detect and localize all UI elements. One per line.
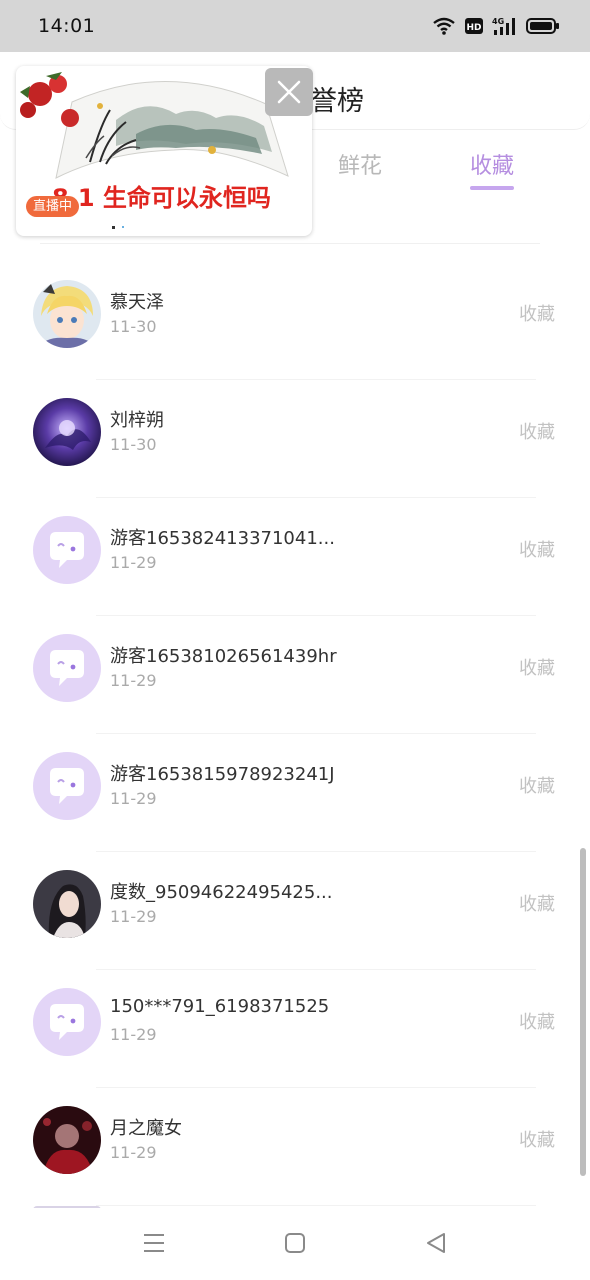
avatar bbox=[33, 870, 101, 938]
list-item[interactable]: 游客165381026561439hr 11-29 收藏 bbox=[0, 616, 590, 734]
user-name: 游客165381026561439hr bbox=[110, 646, 337, 667]
hd-icon: HD bbox=[465, 18, 483, 34]
menu-icon[interactable] bbox=[143, 1232, 165, 1254]
favorite-label: 收藏 bbox=[519, 540, 555, 561]
avatar bbox=[33, 988, 101, 1056]
divider bbox=[40, 243, 540, 244]
status-bar: 14:01 HD 4G bbox=[0, 0, 590, 52]
list-item[interactable]: 刘梓朔 11-30 收藏 bbox=[0, 380, 590, 498]
date-text: 11-30 bbox=[110, 317, 157, 336]
user-name: 度数_95094622495425... bbox=[110, 882, 333, 903]
status-time: 14:01 bbox=[38, 15, 96, 37]
user-name: 月之魔女 bbox=[110, 1118, 182, 1139]
favorite-label: 收藏 bbox=[519, 1130, 555, 1151]
back-icon[interactable] bbox=[425, 1232, 447, 1254]
list-item[interactable]: 月之魔女 11-29 收藏 bbox=[0, 1088, 590, 1206]
favorite-label: 收藏 bbox=[519, 304, 555, 325]
chat-bubble-icon bbox=[33, 516, 101, 584]
date-text: 11-29 bbox=[110, 907, 157, 926]
avatar bbox=[33, 634, 101, 702]
wifi-icon bbox=[433, 17, 455, 35]
avatar bbox=[33, 1106, 101, 1174]
page-title: 誉榜 bbox=[310, 86, 364, 117]
date-text: 11-29 bbox=[110, 553, 157, 572]
list-item[interactable]: 游客1653815978923241J 11-29 收藏 bbox=[0, 734, 590, 852]
divider bbox=[96, 1205, 536, 1206]
live-badge: 直播中 bbox=[26, 196, 80, 217]
tab-flowers[interactable]: 鲜花 bbox=[338, 148, 382, 180]
list-item[interactable]: 慕天泽 11-30 收藏 bbox=[0, 262, 590, 380]
close-icon bbox=[277, 80, 301, 104]
chat-bubble-icon bbox=[33, 752, 101, 820]
avatar bbox=[33, 280, 101, 348]
home-icon[interactable] bbox=[284, 1232, 306, 1254]
4g-signal-icon: 4G bbox=[492, 17, 515, 35]
photo-avatar-image bbox=[33, 870, 101, 938]
avatar bbox=[33, 398, 101, 466]
avatar bbox=[33, 752, 101, 820]
battery-icon bbox=[526, 18, 559, 34]
favorite-label: 收藏 bbox=[519, 422, 555, 443]
tab-favorites[interactable]: 收藏 bbox=[470, 148, 514, 180]
date-text: 11-30 bbox=[110, 435, 157, 454]
list-item[interactable]: 游客165382413371041... 11-29 收藏 bbox=[0, 498, 590, 616]
navigation-bar bbox=[0, 1208, 590, 1280]
favorite-label: 收藏 bbox=[519, 658, 555, 679]
favorite-label: 收藏 bbox=[519, 894, 555, 915]
purple-avatar-image bbox=[33, 398, 101, 466]
scrollbar[interactable] bbox=[580, 848, 586, 1176]
user-name: 游客1653815978923241J bbox=[110, 764, 335, 785]
date-text: 11-29 bbox=[110, 1143, 157, 1162]
date-text: 11-29 bbox=[110, 671, 157, 690]
status-icons: HD 4G bbox=[432, 16, 560, 36]
favorite-label: 收藏 bbox=[519, 776, 555, 797]
list-item[interactable]: 150***791_6198371525 11-29 收藏 bbox=[0, 970, 590, 1088]
favorite-label: 收藏 bbox=[519, 1012, 555, 1033]
user-name: 刘梓朔 bbox=[110, 410, 164, 431]
svg-text:HD: HD bbox=[466, 23, 481, 33]
anime-avatar-image bbox=[33, 280, 101, 348]
user-name: 150***791_6198371525 bbox=[110, 996, 330, 1017]
date-text: 11-29 bbox=[110, 789, 157, 808]
screen: 14:01 HD 4G 誉榜 鲜花 收藏 慕天泽 11-30 收藏 刘梓朔 11… bbox=[0, 0, 590, 1280]
red-avatar-image bbox=[33, 1106, 101, 1174]
avatar bbox=[33, 516, 101, 584]
tab-active-indicator bbox=[470, 186, 514, 190]
live-caption: 8.1 生命可以永恒吗 bbox=[52, 184, 271, 212]
user-name: 游客165382413371041... bbox=[110, 528, 335, 549]
chat-bubble-icon bbox=[33, 634, 101, 702]
list-item[interactable]: 度数_95094622495425... 11-29 收藏 bbox=[0, 852, 590, 970]
close-button[interactable] bbox=[265, 68, 313, 116]
chat-bubble-icon bbox=[33, 988, 101, 1056]
svg-text:4G: 4G bbox=[492, 17, 504, 26]
user-name: 慕天泽 bbox=[110, 292, 164, 313]
date-text: 11-29 bbox=[110, 1025, 157, 1044]
